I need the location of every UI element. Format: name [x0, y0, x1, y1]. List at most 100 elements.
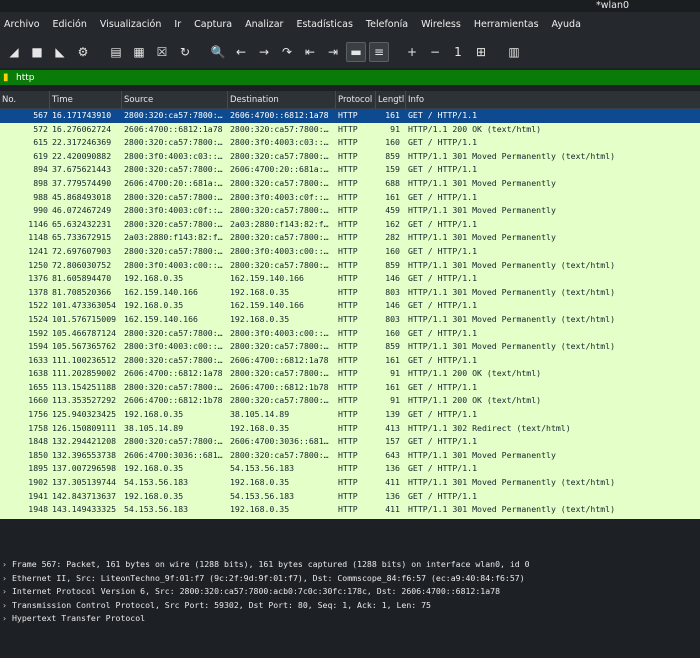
packet-info: GET / HTTP/1.1	[408, 218, 478, 229]
packet-time: 105.466787124	[52, 327, 117, 338]
packet-protocol: HTTP	[338, 436, 358, 447]
column-header-protocol[interactable]: Protocol	[336, 90, 376, 109]
expand-chevron-icon[interactable]: ›	[2, 558, 12, 572]
detail-tree-item[interactable]: › Ethernet II, Src: LiteonTechno_9f:01:f7…	[0, 572, 700, 586]
packet-row[interactable]: 619 22.420090882 2800:3f0:4003:c03::… 2800:…	[0, 150, 700, 164]
packet-source: 2800:320:ca57:7800:…	[124, 381, 223, 392]
detail-tree-item[interactable]: › Hypertext Transfer Protocol	[0, 612, 700, 626]
back-arrow-icon[interactable]: ←	[231, 42, 251, 62]
packet-row[interactable]: 1241 72.697607903 2800:320:ca57:7800:… 2800…	[0, 245, 700, 259]
packet-info: HTTP/1.1 301 Moved Permanently	[408, 205, 556, 216]
column-header-no[interactable]: No.	[0, 90, 50, 109]
packet-length: 160	[385, 137, 400, 148]
column-header-time[interactable]: Time	[50, 90, 122, 109]
zoom-out-icon[interactable]: −	[425, 42, 445, 62]
menu-item[interactable]: Ayuda	[552, 19, 581, 30]
menu-item[interactable]: Estadísticas	[296, 19, 352, 30]
packet-row[interactable]: 1941 142.843713637 192.168.0.35 54.153.56.1…	[0, 490, 700, 504]
last-packet-icon[interactable]: ⇥	[323, 42, 343, 62]
menu-item[interactable]: Ir	[174, 19, 181, 30]
autoscroll-icon[interactable]: ▬	[346, 42, 366, 62]
packet-row[interactable]: 1378 81.708520366 162.159.140.166 192.168.0…	[0, 286, 700, 300]
packet-row[interactable]: 1524 101.576715009 162.159.140.166 192.168.…	[0, 313, 700, 327]
expand-chevron-icon[interactable]: ›	[2, 612, 12, 626]
packet-row[interactable]: 898 37.779574490 2606:4700:20::681a:… 2800:…	[0, 177, 700, 191]
packet-row[interactable]: 615 22.317246369 2800:320:ca57:7800:… 2800:…	[0, 136, 700, 150]
column-header-source[interactable]: Source	[122, 90, 228, 109]
menu-item[interactable]: Captura	[194, 19, 232, 30]
open-file-icon[interactable]: ▤	[106, 42, 126, 62]
column-header-length[interactable]: Lengtl	[376, 90, 406, 109]
column-header-info[interactable]: Info	[406, 91, 700, 109]
packet-row[interactable]: 1376 81.605894470 192.168.0.35 162.159.140.…	[0, 272, 700, 286]
packet-row[interactable]: 1660 113.353527292 2606:4700::6812:1b78 280…	[0, 394, 700, 408]
packet-destination: 2800:320:ca57:7800:…	[230, 341, 329, 352]
packet-row[interactable]: 1758 126.150809111 38.105.14.89 192.168.0.3…	[0, 422, 700, 436]
packet-row[interactable]: 1592 105.466787124 2800:320:ca57:7800:… 280…	[0, 327, 700, 341]
packet-row[interactable]: 1850 132.396553738 2606:4700:3036::681… 280…	[0, 449, 700, 463]
packet-time: 105.567365762	[52, 341, 117, 352]
packet-row[interactable]: 1902 137.305139744 54.153.56.183 192.168.0.…	[0, 476, 700, 490]
reload-file-icon[interactable]: ↻	[175, 42, 195, 62]
menu-item[interactable]: Analizar	[245, 19, 283, 30]
packet-source: 2800:320:ca57:7800:…	[124, 354, 223, 365]
expand-chevron-icon[interactable]: ›	[2, 599, 12, 613]
detail-tree-item[interactable]: › Transmission Control Protocol, Src Port…	[0, 599, 700, 613]
menu-item[interactable]: Wireless	[421, 19, 461, 30]
stop-square-icon[interactable]: ■	[27, 42, 47, 62]
expand-chevron-icon[interactable]: ›	[2, 572, 12, 586]
column-header-destination[interactable]: Destination	[228, 90, 336, 109]
menu-item[interactable]: Edición	[53, 19, 87, 30]
display-filter-input[interactable]	[16, 72, 616, 83]
packet-row[interactable]: 1146 65.632432231 2800:320:ca57:7800:… 2a03…	[0, 218, 700, 232]
packet-row[interactable]: 1250 72.806030752 2800:3f0:4003:c00::… 2800…	[0, 259, 700, 273]
packet-row[interactable]: 1522 101.473363054 192.168.0.35 162.159.140…	[0, 299, 700, 313]
packet-info: HTTP/1.1 301 Moved Permanently (text/htm…	[408, 286, 616, 297]
menu-item[interactable]: Archivo	[4, 19, 40, 30]
packet-row[interactable]: 1594 105.567365762 2800:3f0:4003:c00::… 280…	[0, 340, 700, 354]
packet-destination: 2606:4700:20::681a:…	[230, 164, 329, 175]
zoom-in-icon[interactable]: +	[402, 42, 422, 62]
detail-label: Transmission Control Protocol, Src Port:…	[12, 599, 431, 610]
packet-row[interactable]: 572 16.276062724 2606:4700::6812:1a78 2800:…	[0, 123, 700, 137]
packet-row[interactable]: 1756 125.940323425 192.168.0.35 38.105.14.8…	[0, 408, 700, 422]
menu-item[interactable]: Herramientas	[474, 19, 539, 30]
bookmark-icon[interactable]: ▮	[3, 72, 13, 83]
layout-icon[interactable]: ▥	[504, 42, 524, 62]
packet-row[interactable]: 1948 143.149433325 54.153.56.183 192.168.0.…	[0, 503, 700, 517]
goto-packet-icon[interactable]: ↷	[277, 42, 297, 62]
packet-destination: 192.168.0.35	[230, 286, 290, 297]
packet-row[interactable]: 1655 113.154251188 2800:320:ca57:7800:… 260…	[0, 381, 700, 395]
save-file-icon[interactable]: ▦	[129, 42, 149, 62]
packet-row[interactable]: 1848 132.294421208 2800:320:ca57:7800:… 260…	[0, 435, 700, 449]
packet-row[interactable]: 1633 111.100236512 2800:320:ca57:7800:… 260…	[0, 354, 700, 368]
detail-tree-item[interactable]: › Internet Protocol Version 6, Src: 2800:…	[0, 585, 700, 599]
packet-source: 2606:4700::6812:1b78	[124, 395, 223, 406]
shark-fin-restart-icon[interactable]: ◣	[50, 42, 70, 62]
first-packet-icon[interactable]: ⇤	[300, 42, 320, 62]
packet-row[interactable]: 988 45.868493018 2800:320:ca57:7800:… 2800:…	[0, 191, 700, 205]
expand-chevron-icon[interactable]: ›	[2, 585, 12, 599]
packet-source: 2606:4700:20::681a:…	[124, 177, 223, 188]
resize-columns-icon[interactable]: ⊞	[471, 42, 491, 62]
packet-row[interactable]: 1148 65.733672915 2a03:2880:f143:82:f… 2800…	[0, 231, 700, 245]
menu-item[interactable]: Telefonía	[366, 19, 408, 30]
normal-size-icon[interactable]: 1	[448, 42, 468, 62]
packet-length: 162	[385, 218, 400, 229]
packet-row[interactable]: 894 37.675621443 2800:320:ca57:7800:… 2606:…	[0, 163, 700, 177]
gear-options-icon[interactable]: ⚙	[73, 42, 93, 62]
packet-row[interactable]: 567 16.171743910 2800:320:ca57:7800:… 2606:…	[0, 109, 700, 123]
packet-list[interactable]: 567 16.171743910 2800:320:ca57:7800:… 2606:…	[0, 109, 700, 519]
colorize-icon[interactable]: ≡	[369, 42, 389, 62]
packet-source: 2800:320:ca57:7800:…	[124, 110, 223, 120]
search-icon[interactable]: 🔍	[208, 42, 228, 62]
packet-row[interactable]: 990 46.072467249 2800:3f0:4003:c0f::… 2800:…	[0, 204, 700, 218]
forward-arrow-icon[interactable]: →	[254, 42, 274, 62]
packet-row[interactable]: 1638 111.202859002 2606:4700::6812:1a78 280…	[0, 367, 700, 381]
menu-item[interactable]: Visualización	[100, 19, 162, 30]
close-file-icon[interactable]: ☒	[152, 42, 172, 62]
packet-row[interactable]: 1895 137.007296598 192.168.0.35 54.153.56.1…	[0, 462, 700, 476]
packet-source: 2800:320:ca57:7800:…	[124, 218, 223, 229]
detail-tree-item[interactable]: › Frame 567: Packet, 161 bytes on wire (1…	[0, 558, 700, 572]
shark-fin-start-icon[interactable]: ◢	[4, 42, 24, 62]
